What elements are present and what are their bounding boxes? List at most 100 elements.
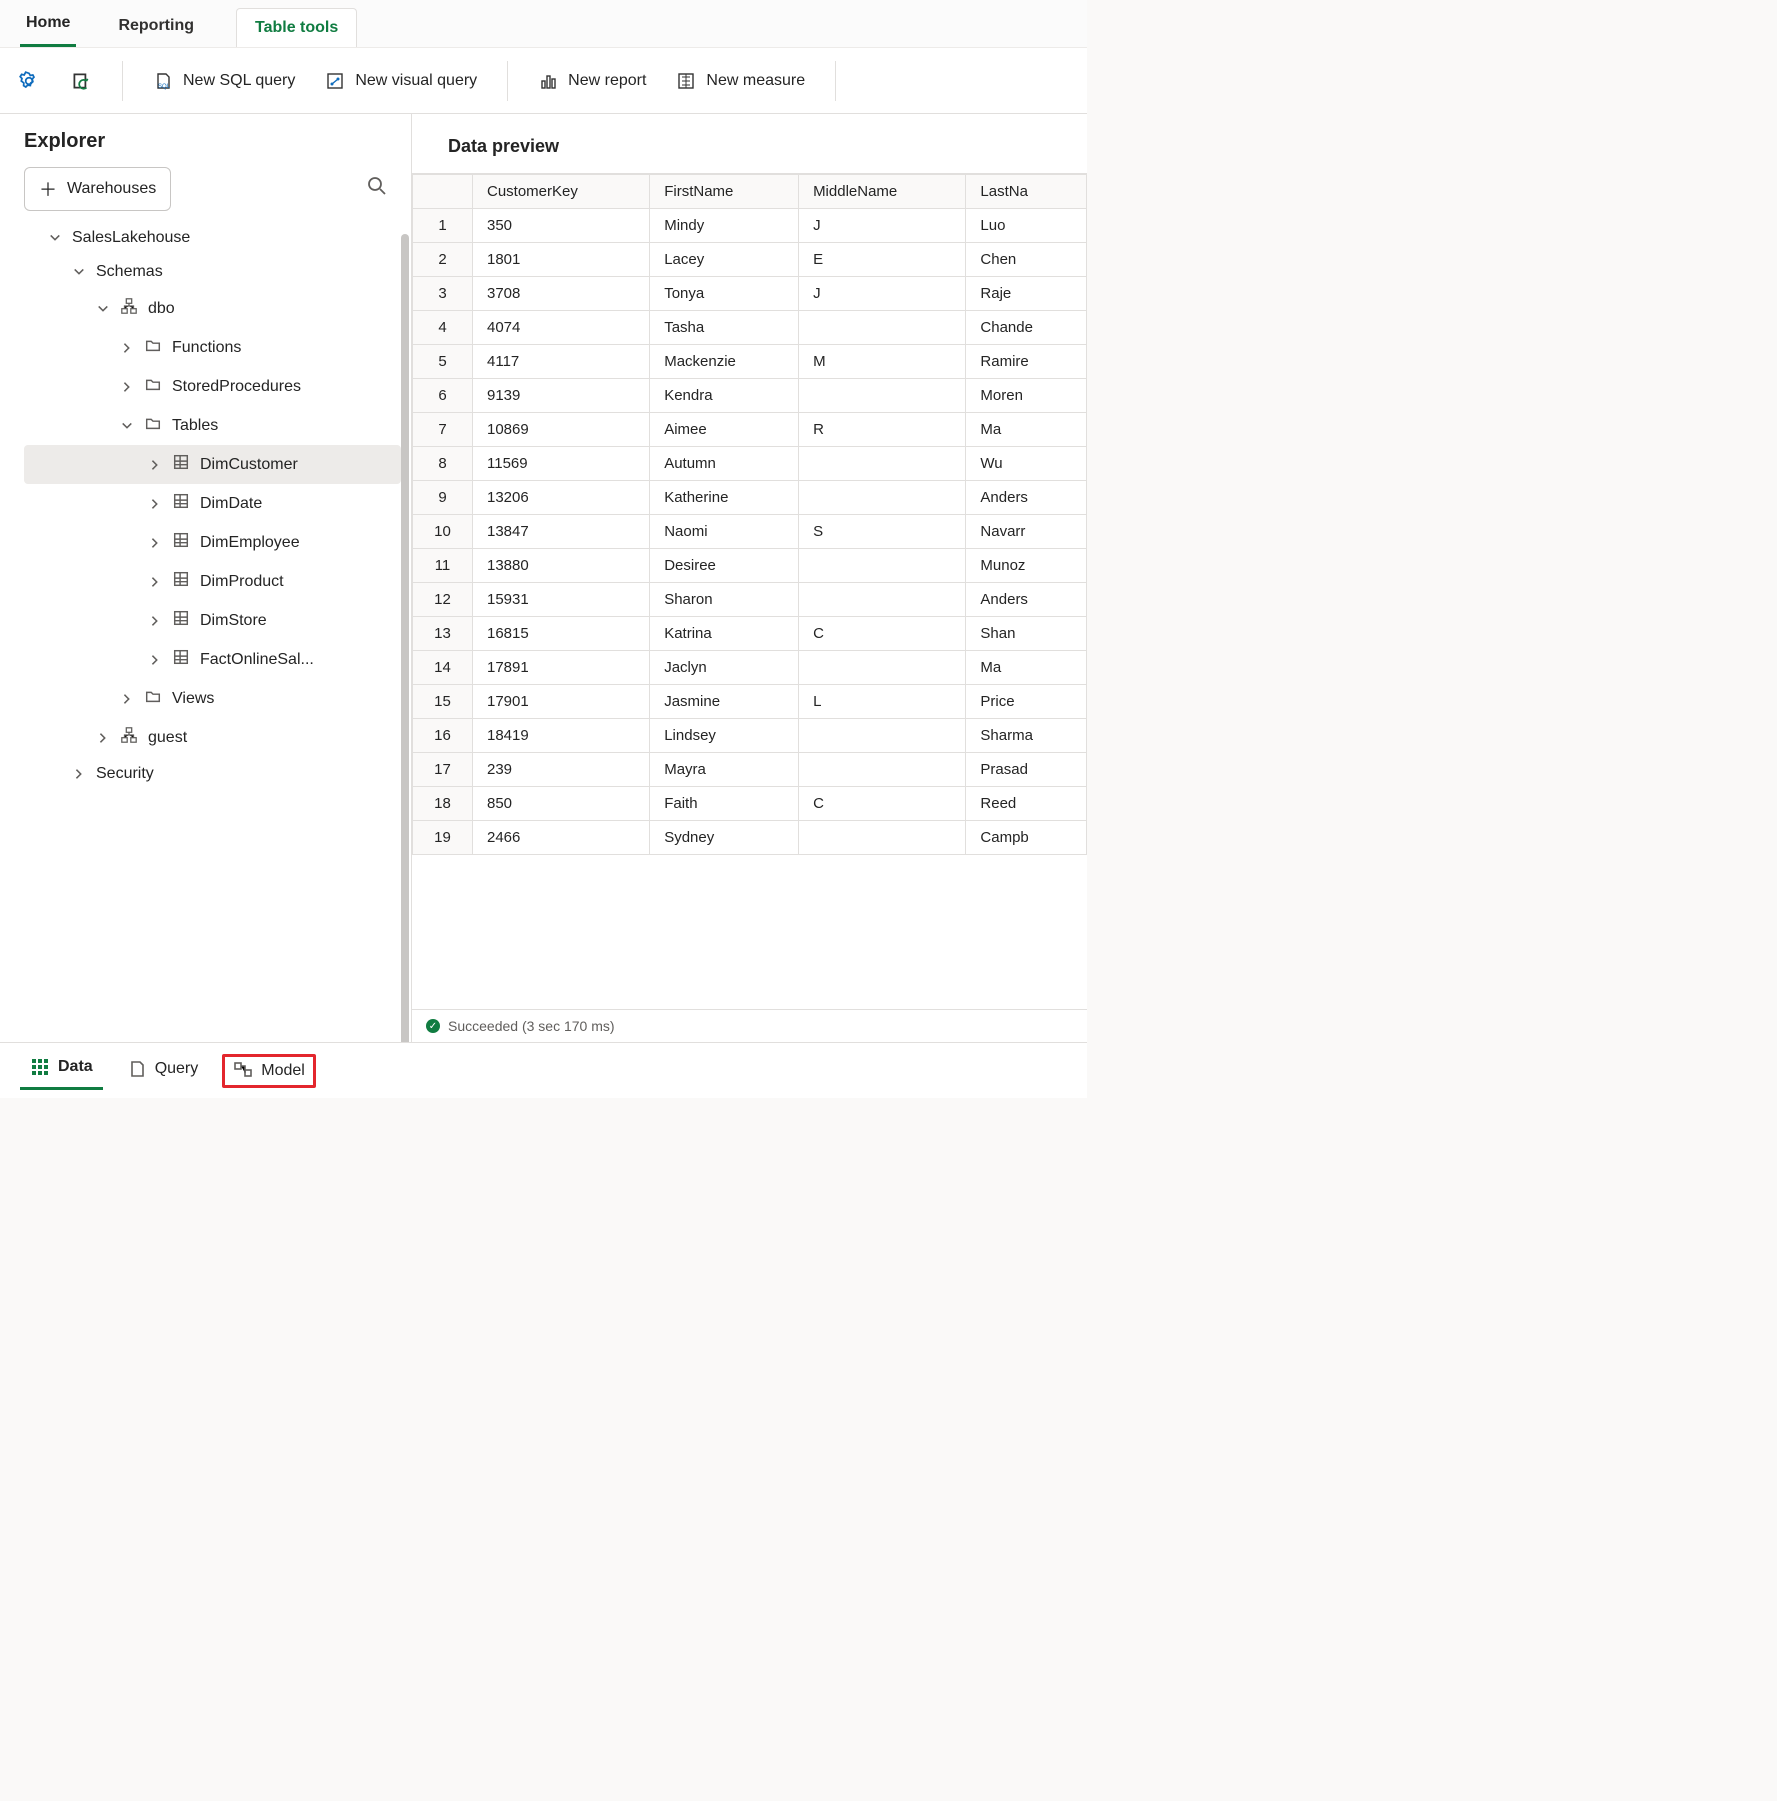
cell[interactable]: Wu — [966, 447, 1087, 481]
cell[interactable]: C — [799, 617, 966, 651]
cell[interactable]: Raje — [966, 277, 1087, 311]
tree-node-tables[interactable]: Tables — [24, 406, 401, 445]
table-row[interactable]: 1113880DesireeMunoz — [413, 549, 1087, 583]
row-number[interactable]: 16 — [413, 719, 473, 753]
cell[interactable]: 18419 — [473, 719, 650, 753]
cell[interactable]: Katrina — [650, 617, 799, 651]
tab-home[interactable]: Home — [20, 6, 76, 47]
table-row[interactable]: 1417891JaclynMa — [413, 651, 1087, 685]
tree-node-factonlinesales[interactable]: FactOnlineSal... — [24, 640, 401, 679]
table-row[interactable]: 1215931SharonAnders — [413, 583, 1087, 617]
cell[interactable]: Chen — [966, 243, 1087, 277]
row-number[interactable]: 12 — [413, 583, 473, 617]
tree-node-dimproduct[interactable]: DimProduct — [24, 562, 401, 601]
tree-node-saleslakehouse[interactable]: SalesLakehouse — [24, 221, 401, 255]
cell[interactable]: Jaclyn — [650, 651, 799, 685]
column-header[interactable]: LastNa — [966, 175, 1087, 209]
cell[interactable]: Tasha — [650, 311, 799, 345]
new-measure-button[interactable]: New measure — [674, 67, 807, 95]
table-row[interactable]: 44074TashaChande — [413, 311, 1087, 345]
view-tab-data[interactable]: Data — [20, 1051, 103, 1090]
row-number[interactable]: 10 — [413, 515, 473, 549]
cell[interactable]: Ma — [966, 651, 1087, 685]
tree-node-views[interactable]: Views — [24, 679, 401, 718]
cell[interactable]: Kendra — [650, 379, 799, 413]
cell[interactable] — [799, 379, 966, 413]
cell[interactable]: Aimee — [650, 413, 799, 447]
row-number[interactable]: 2 — [413, 243, 473, 277]
view-tab-model[interactable]: Model — [222, 1054, 316, 1088]
cell[interactable]: Prasad — [966, 753, 1087, 787]
cell[interactable]: 10869 — [473, 413, 650, 447]
row-number[interactable]: 8 — [413, 447, 473, 481]
cell[interactable]: 850 — [473, 787, 650, 821]
cell[interactable]: 13847 — [473, 515, 650, 549]
row-number[interactable]: 1 — [413, 209, 473, 243]
table-row[interactable]: 1316815KatrinaCShan — [413, 617, 1087, 651]
cell[interactable]: Mackenzie — [650, 345, 799, 379]
new-visual-query-button[interactable]: New visual query — [323, 67, 479, 95]
cell[interactable]: Tonya — [650, 277, 799, 311]
cell[interactable]: Jasmine — [650, 685, 799, 719]
cell[interactable]: 11569 — [473, 447, 650, 481]
cell[interactable]: J — [799, 277, 966, 311]
settings-button[interactable] — [16, 66, 42, 96]
cell[interactable]: 16815 — [473, 617, 650, 651]
data-grid[interactable]: CustomerKeyFirstNameMiddleNameLastNa1350… — [412, 173, 1087, 1009]
cell[interactable]: Lacey — [650, 243, 799, 277]
table-row[interactable]: 1618419LindseySharma — [413, 719, 1087, 753]
tree-node-storedprocedures[interactable]: StoredProcedures — [24, 367, 401, 406]
cell[interactable]: Shan — [966, 617, 1087, 651]
tree-node-dbo[interactable]: dbo — [24, 289, 401, 328]
column-header[interactable]: MiddleName — [799, 175, 966, 209]
cell[interactable]: Moren — [966, 379, 1087, 413]
table-row[interactable]: 21801LaceyEChen — [413, 243, 1087, 277]
tree-node-dimdate[interactable]: DimDate — [24, 484, 401, 523]
row-number[interactable]: 9 — [413, 481, 473, 515]
row-number[interactable]: 13 — [413, 617, 473, 651]
row-number[interactable]: 17 — [413, 753, 473, 787]
table-row[interactable]: 54117MackenzieMRamire — [413, 345, 1087, 379]
cell[interactable]: 239 — [473, 753, 650, 787]
row-number[interactable]: 19 — [413, 821, 473, 855]
row-number[interactable]: 5 — [413, 345, 473, 379]
row-number[interactable]: 15 — [413, 685, 473, 719]
cell[interactable] — [799, 549, 966, 583]
cell[interactable]: R — [799, 413, 966, 447]
refresh-button[interactable] — [68, 66, 94, 96]
cell[interactable]: 4117 — [473, 345, 650, 379]
cell[interactable] — [799, 583, 966, 617]
cell[interactable]: Anders — [966, 583, 1087, 617]
cell[interactable] — [799, 821, 966, 855]
cell[interactable]: Price — [966, 685, 1087, 719]
cell[interactable]: Munoz — [966, 549, 1087, 583]
cell[interactable]: Sydney — [650, 821, 799, 855]
tab-reporting[interactable]: Reporting — [112, 9, 200, 47]
cell[interactable]: 4074 — [473, 311, 650, 345]
cell[interactable] — [799, 311, 966, 345]
tree-node-guest[interactable]: guest — [24, 718, 401, 757]
cell[interactable]: L — [799, 685, 966, 719]
table-row[interactable]: 710869AimeeRMa — [413, 413, 1087, 447]
cell[interactable]: 9139 — [473, 379, 650, 413]
tree-node-dimemployee[interactable]: DimEmployee — [24, 523, 401, 562]
cell[interactable]: Anders — [966, 481, 1087, 515]
cell[interactable]: Faith — [650, 787, 799, 821]
cell[interactable]: E — [799, 243, 966, 277]
tree-node-functions[interactable]: Functions — [24, 328, 401, 367]
cell[interactable] — [799, 719, 966, 753]
tree-node-schemas[interactable]: Schemas — [24, 255, 401, 289]
cell[interactable]: 17901 — [473, 685, 650, 719]
table-row[interactable]: 33708TonyaJRaje — [413, 277, 1087, 311]
row-number[interactable]: 6 — [413, 379, 473, 413]
table-row[interactable]: 1013847NaomiSNavarr — [413, 515, 1087, 549]
cell[interactable]: 3708 — [473, 277, 650, 311]
view-tab-query[interactable]: Query — [117, 1053, 209, 1089]
search-icon[interactable] — [367, 176, 401, 202]
new-sql-query-button[interactable]: New SQL query — [151, 67, 297, 95]
table-row[interactable]: 69139Kendra Moren — [413, 379, 1087, 413]
tree-node-dimcustomer[interactable]: DimCustomer — [24, 445, 401, 484]
tree-node-security[interactable]: Security — [24, 757, 401, 791]
cell[interactable]: Campb — [966, 821, 1087, 855]
cell[interactable]: 1801 — [473, 243, 650, 277]
